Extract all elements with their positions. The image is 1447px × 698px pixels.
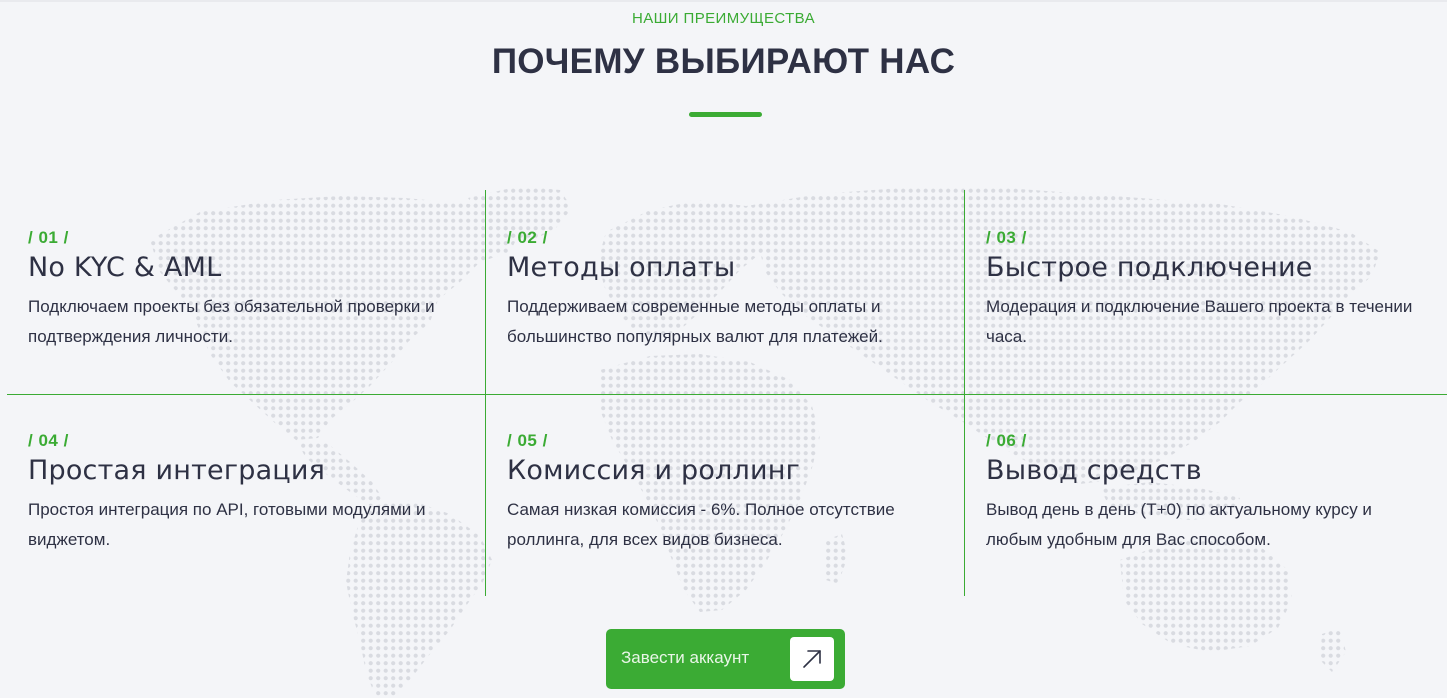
feature-card-withdrawal: / 06 / Вывод средств Вывод день в день (… <box>986 431 1416 555</box>
feature-card-no-kyc: / 01 / No KYC & AML Подключаем проекты б… <box>28 228 468 352</box>
feature-title: Комиссия и роллинг <box>507 455 800 486</box>
feature-description: Вывод день в день (T+0) по актуальному к… <box>986 500 1372 549</box>
grid-divider-vertical <box>964 190 965 596</box>
grid-divider-horizontal <box>7 394 1447 395</box>
feature-card-simple-integration: / 04 / Простая интеграция Простоя интегр… <box>28 431 468 555</box>
feature-number: / 02 / <box>507 228 548 247</box>
feature-number: / 04 / <box>28 431 69 450</box>
feature-number: / 05 / <box>507 431 548 450</box>
feature-number: / 01 / <box>28 228 69 247</box>
feature-description: Подключаем проекты без обязательной пров… <box>28 297 435 346</box>
feature-description: Простоя интеграция по API, готовыми моду… <box>28 500 426 549</box>
feature-card-fast-connection: / 03 / Быстрое подключение Модерация и п… <box>986 228 1416 352</box>
section-kicker: НАШИ ПРЕИМУЩЕСТВА <box>631 10 815 27</box>
feature-title: Быстрое подключение <box>986 252 1313 283</box>
feature-card-commission-rolling: / 05 / Комиссия и роллинг Самая низкая к… <box>507 431 947 555</box>
feature-title: Методы оплаты <box>507 252 736 283</box>
feature-description: Поддерживаем современные методы оплаты и… <box>507 297 883 346</box>
title-underline <box>689 112 762 117</box>
feature-card-payment-methods: / 02 / Методы оплаты Поддерживаем соврем… <box>507 228 947 352</box>
grid-divider-vertical <box>485 190 486 596</box>
advantages-section: НАШИ ПРЕИМУЩЕСТВА ПОЧЕМУ ВЫБИРАЮТ НАС / … <box>0 0 1447 698</box>
feature-title: Простая интеграция <box>28 455 326 486</box>
section-title: ПОЧЕМУ ВЫБИРАЮТ НАС <box>491 42 956 81</box>
feature-title: Вывод средств <box>986 455 1202 486</box>
feature-number: / 03 / <box>986 228 1027 247</box>
feature-number: / 06 / <box>986 431 1027 450</box>
feature-description: Модерация и подключение Вашего проекта в… <box>986 297 1413 346</box>
feature-description: Самая низкая комиссия - 6%. Полное отсут… <box>507 500 895 549</box>
feature-title: No KYC & AML <box>28 252 222 283</box>
arrow-up-right-icon[interactable] <box>790 637 834 681</box>
create-account-label: Завести аккаунт <box>621 648 750 667</box>
